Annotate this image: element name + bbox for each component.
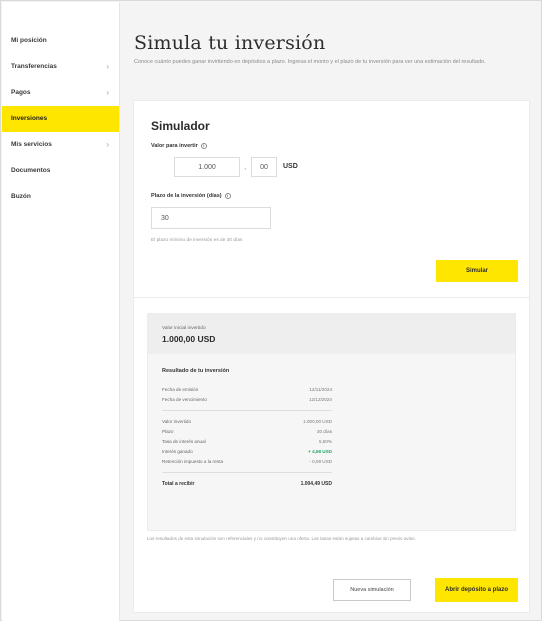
separator (162, 410, 332, 411)
sidebar-menu: Mi posición Transferencias › Pagos › Inversio… (2, 28, 119, 210)
sidebar-item[interactable]: Mis servicios › (2, 132, 119, 158)
chevron-right-icon: › (106, 140, 109, 149)
info-icon[interactable]: i (200, 143, 207, 149)
result-row: Interés ganado + 4,58 USD (162, 447, 332, 457)
result-label: Valor invertido (162, 419, 192, 424)
amount-integer-input[interactable]: 1.000 (174, 157, 240, 177)
results-body: Resultado de tu inversión Fecha de emisi… (162, 368, 332, 489)
results-section-title: Resultado de tu inversión (162, 368, 230, 374)
open-deposit-button[interactable]: Abrir depósito a plazo (435, 578, 518, 602)
sidebar-item[interactable]: Inversiones (2, 106, 119, 132)
term-hint: El plazo mínimo de inversión es de 30 dí… (151, 238, 243, 243)
sidebar-item-label: Transferencias (11, 63, 57, 70)
app-frame: Mi posición Transferencias › Pagos › Inversio… (0, 0, 542, 621)
result-row: Fecha de vencimiento 12/12/2024 (162, 395, 332, 405)
result-label: Fecha de vencimiento (162, 397, 207, 402)
sidebar-item[interactable]: Pagos › (2, 80, 119, 106)
chevron-right-icon: › (106, 88, 109, 97)
sidebar-item-label: Pagos (11, 89, 31, 96)
results-header: Valor inicial invertido 1.000,00 USD (148, 314, 515, 354)
total-label: Total a recibir (162, 481, 195, 487)
term-label: Plazo de la inversión (días) i (151, 193, 231, 199)
disclaimer: Los resultados de esta simulación son re… (147, 536, 416, 541)
result-value: 12/11/2024 (309, 387, 332, 392)
simulator-card: Simulador Valor para invertir i 1.000 , 0… (133, 100, 530, 613)
details-list: Valor invertido 1.000,00 USD Plazo 30 días T… (162, 417, 332, 467)
page-subtitle: Conoce cuánto puedes ganar invirtiendo e… (134, 59, 486, 65)
info-icon[interactable]: i (224, 193, 231, 199)
currency-label: USD (283, 163, 298, 170)
result-row: Fecha de emisión 12/11/2024 (162, 385, 332, 395)
sidebar-item-label: Mi posición (11, 37, 47, 44)
result-label: Tasa de interés anual (162, 439, 206, 444)
term-label-text: Plazo de la inversión (días) (151, 193, 222, 199)
simulator-title: Simulador (151, 119, 210, 133)
result-row: Valor invertido 1.000,00 USD (162, 417, 332, 427)
result-value: 30 días (316, 429, 332, 434)
result-value: 1.000,00 USD (303, 419, 332, 424)
amount-label-text: Valor para invertir (151, 143, 198, 149)
new-simulation-button[interactable]: Nueva simulación (333, 579, 411, 601)
separator (162, 472, 332, 473)
sidebar-item[interactable]: Transferencias › (2, 54, 119, 80)
amount-label: Valor para invertir i (151, 143, 207, 149)
sidebar: Mi posición Transferencias › Pagos › Inversio… (2, 2, 120, 621)
total-row: Total a recibir 1.004,49 USD (162, 479, 332, 489)
sidebar-item-label: Buzón (11, 193, 31, 200)
page-title: Simula tu inversión (134, 32, 326, 54)
simulate-button[interactable]: Simular (436, 260, 518, 282)
result-label: Retención impuesto a la renta (162, 459, 224, 464)
amount-decimal-input[interactable]: 00 (251, 157, 277, 177)
divider (134, 297, 529, 298)
result-value: 5,50% (318, 439, 332, 444)
sidebar-item[interactable]: Mi posición (2, 28, 119, 54)
sidebar-item-label: Documentos (11, 167, 51, 174)
result-row: Retención impuesto a la renta - 0,09 USD (162, 457, 332, 467)
dates-list: Fecha de emisión 12/11/2024 Fecha de venci… (162, 385, 332, 405)
term-input[interactable]: 30 (151, 207, 271, 229)
result-label: Plazo (162, 429, 174, 434)
result-label: Interés ganado (162, 449, 193, 454)
chevron-right-icon: › (106, 62, 109, 71)
initial-amount-value: 1.000,00 USD (162, 334, 216, 344)
results-panel: Valor inicial invertido 1.000,00 USD Res… (147, 313, 516, 531)
result-value: 12/12/2024 (309, 397, 332, 402)
initial-amount-label: Valor inicial invertido (162, 326, 206, 331)
result-value: + 4,58 USD (308, 449, 332, 454)
sidebar-item-label: Mis servicios (11, 141, 52, 148)
sidebar-item[interactable]: Documentos (2, 158, 119, 184)
total-value: 1.004,49 USD (300, 481, 332, 487)
result-row: Tasa de interés anual 5,50% (162, 437, 332, 447)
result-row: Plazo 30 días (162, 427, 332, 437)
main-content: Simula tu inversión Conoce cuánto puedes… (121, 2, 542, 621)
sidebar-item-label: Inversiones (11, 115, 48, 122)
amount-separator: , (244, 162, 247, 171)
sidebar-item[interactable]: Buzón (2, 184, 119, 210)
result-value: - 0,09 USD (309, 459, 332, 464)
result-label: Fecha de emisión (162, 387, 199, 392)
